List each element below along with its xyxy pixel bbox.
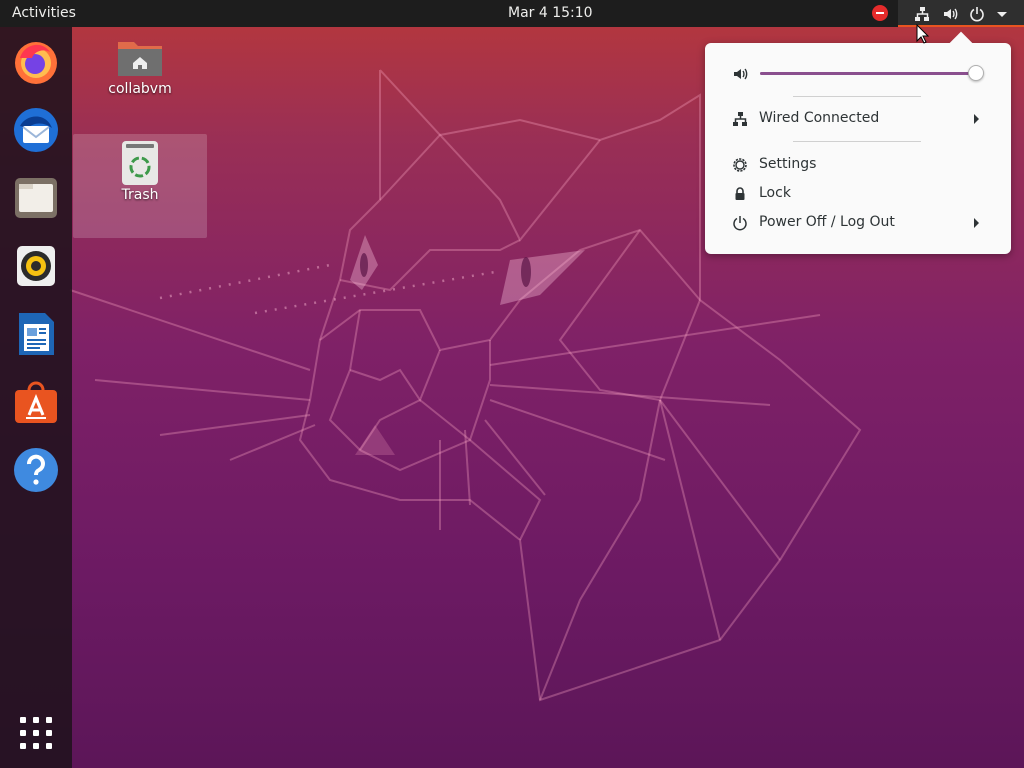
clock[interactable]: Mar 4 15:10: [508, 5, 593, 21]
do-not-disturb-icon[interactable]: [872, 5, 888, 21]
dock-item-thunderbird[interactable]: [12, 106, 60, 154]
dock-item-writer[interactable]: [12, 310, 60, 358]
system-tray[interactable]: [898, 0, 1024, 27]
firefox-icon: [15, 42, 57, 84]
menu-item-label: Settings: [759, 156, 817, 172]
system-menu: Wired Connected Settings Lock Power Off …: [705, 43, 1011, 254]
submenu-arrow-icon: [974, 114, 979, 124]
menu-separator: [793, 141, 921, 142]
desktop-icon-trash[interactable]: Trash: [73, 134, 207, 238]
settings-icon: [733, 158, 747, 172]
desktop-icon-label: collabvm: [108, 81, 172, 97]
volume-icon: [734, 68, 748, 80]
volume-slider-fill: [760, 72, 976, 75]
power-icon[interactable]: [969, 6, 985, 22]
rhythmbox-icon: [17, 246, 55, 286]
dock-item-software[interactable]: [12, 378, 60, 426]
network-wired-icon: [733, 112, 747, 126]
menu-separator: [793, 96, 921, 97]
power-icon: [733, 216, 747, 231]
desktop-icon-label: Trash: [121, 187, 159, 203]
menu-item-lock[interactable]: Lock: [705, 180, 1011, 208]
menu-item-label: Power Off / Log Out: [759, 214, 895, 230]
volume-slider[interactable]: [760, 65, 984, 81]
libreoffice-writer-icon: [19, 313, 54, 355]
dock-item-firefox[interactable]: [12, 38, 60, 86]
dock: [0, 27, 72, 768]
lock-icon: [735, 187, 745, 200]
app-grid-icon[interactable]: [20, 717, 52, 749]
dock-item-rhythmbox[interactable]: [12, 242, 60, 290]
files-icon: [15, 178, 57, 218]
menu-item-power[interactable]: Power Off / Log Out: [705, 209, 1011, 237]
menu-item-wired[interactable]: Wired Connected: [705, 105, 1011, 133]
menu-item-label: Wired Connected: [759, 110, 880, 126]
activities-button[interactable]: Activities: [12, 5, 76, 21]
volume-slider-handle[interactable]: [968, 65, 984, 81]
thunderbird-icon: [14, 108, 58, 152]
menu-arrow-icon[interactable]: [994, 6, 1010, 22]
submenu-arrow-icon: [974, 218, 979, 228]
menu-item-label: Lock: [759, 185, 791, 201]
dock-item-files[interactable]: [12, 174, 60, 222]
network-wired-icon[interactable]: [914, 6, 930, 22]
mouse-cursor-icon: [916, 24, 930, 44]
ubuntu-software-icon: [15, 381, 57, 423]
top-bar: Activities Mar 4 15:10: [0, 0, 1024, 27]
desktop-icon-collabvm[interactable]: collabvm: [88, 34, 192, 104]
dock-item-help[interactable]: [12, 446, 60, 494]
menu-item-settings[interactable]: Settings: [705, 151, 1011, 179]
trash-icon: [122, 141, 158, 185]
help-icon: [14, 448, 58, 492]
home-folder-icon: [118, 42, 162, 76]
volume-icon[interactable]: [942, 6, 958, 22]
